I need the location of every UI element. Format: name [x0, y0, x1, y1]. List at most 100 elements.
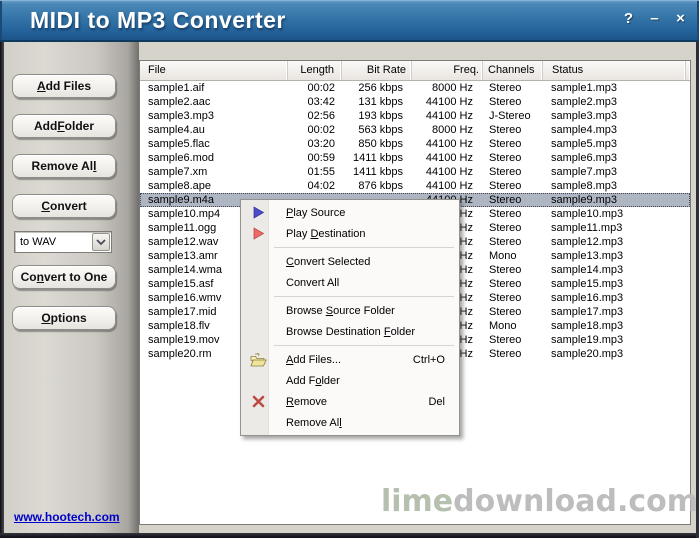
menu-item-play-source[interactable]: Play Source	[241, 202, 459, 223]
cell-file: sample7.xm	[148, 166, 208, 178]
table-row[interactable]: sample3.mp3 02:56 193 kbps 44100 Hz J-Stereo…	[140, 109, 690, 123]
cell-freq: 44100 Hz	[425, 96, 473, 108]
cell-length: 00:02	[307, 124, 335, 136]
cell-file: sample1.aif	[148, 82, 205, 94]
column-header-channels[interactable]: Channels	[483, 61, 543, 80]
cell-bitrate: 193 kbps	[358, 110, 403, 122]
cell-length: 02:56	[307, 110, 335, 122]
table-row[interactable]: sample8.ape 04:02 876 kbps 44100 Hz Stereo sa…	[140, 179, 690, 193]
cell-channels: Stereo	[489, 166, 522, 178]
remove-icon	[250, 394, 267, 410]
cell-status: sample18.mp3	[551, 320, 624, 332]
close-button[interactable]: ×	[674, 10, 687, 27]
cell-bitrate: 876 kbps	[358, 180, 403, 192]
cell-length: 00:59	[307, 152, 335, 164]
cell-length: 04:02	[307, 180, 335, 192]
dropdown-button[interactable]	[92, 233, 110, 251]
chevron-down-icon	[96, 233, 106, 251]
cell-channels: Stereo	[489, 278, 522, 290]
cell-status: sample15.mp3	[551, 278, 624, 290]
column-header-length[interactable]: Length	[288, 61, 342, 80]
cell-status: sample17.mp3	[551, 306, 624, 318]
column-header-freq[interactable]: Freq.	[412, 61, 483, 80]
cell-freq: 44100 Hz	[425, 166, 473, 178]
cell-length: 01:55	[307, 166, 335, 178]
cell-channels: Stereo	[489, 236, 522, 248]
cell-channels: Stereo	[489, 124, 522, 136]
menu-item-add-folder[interactable]: Add Folder	[241, 370, 459, 391]
hootech-link[interactable]: www.hootech.com	[14, 510, 120, 524]
column-header-bitrate[interactable]: Bit Rate	[342, 61, 412, 80]
cell-length: 00:02	[307, 82, 335, 94]
cell-bitrate: 1411 kbps	[353, 152, 403, 164]
cell-channels: Stereo	[489, 194, 522, 206]
table-row[interactable]: sample5.flac 03:20 850 kbps 44100 Hz Stereo s…	[140, 137, 690, 151]
cell-channels: Mono	[489, 320, 517, 332]
menu-item-browse-source-folder[interactable]: Browse Source Folder	[241, 300, 459, 321]
context-menu: Play Source Play Destination Convert Selec…	[240, 199, 460, 436]
cell-channels: Mono	[489, 250, 517, 262]
remove-all-button[interactable]: Remove Al l	[12, 154, 116, 178]
cell-status: sample13.mp3	[551, 250, 624, 262]
cell-channels: Stereo	[489, 348, 522, 360]
cell-status: sample3.mp3	[551, 110, 618, 122]
menu-item-convert-all[interactable]: Convert All	[241, 272, 459, 293]
table-row[interactable]: sample4.au 00:02 563 kbps 8000 Hz Stereo samp…	[140, 123, 690, 137]
cell-bitrate: 850 kbps	[358, 138, 403, 150]
menu-item-label: Convert All	[286, 276, 340, 289]
cell-file: sample2.aac	[148, 96, 211, 108]
title-bar[interactable]: MIDI to MP3 Converter ? – ×	[0, 0, 699, 42]
cell-bitrate: 131 kbps	[358, 96, 403, 108]
cell-bitrate: 1411 kbps	[353, 166, 403, 178]
menu-item-add-files[interactable]: Add Files... Ctrl+O	[241, 349, 459, 370]
table-row[interactable]: sample2.aac 03:42 131 kbps 44100 Hz Stereo sa…	[140, 95, 690, 109]
table-row[interactable]: sample1.aif 00:02 256 kbps 8000 Hz Stereo sam…	[140, 81, 690, 95]
convert-to-one-button[interactable]: Co n vert to One	[12, 265, 116, 289]
output-format-value: to WAV	[20, 236, 57, 248]
add-files-button[interactable]: Add Files	[12, 74, 116, 98]
table-row[interactable]: sample6.mod 00:59 1411 kbps 44100 Hz Stereo s…	[140, 151, 690, 165]
menu-item-label: Remove	[286, 395, 327, 408]
cell-file: sample4.au	[148, 124, 205, 136]
cell-bitrate: 256 kbps	[358, 82, 403, 94]
watermark-prefix: lime	[380, 484, 454, 519]
cell-channels: Stereo	[489, 138, 522, 150]
cell-status: sample9.mp3	[551, 194, 618, 206]
cell-freq: 8000 Hz	[432, 124, 473, 136]
cell-channels: Stereo	[489, 292, 522, 304]
cell-file: sample8.ape	[148, 180, 211, 192]
help-button[interactable]: ?	[622, 10, 635, 27]
menu-item-convert-selected[interactable]: Convert Selected	[241, 251, 459, 272]
cell-status: sample20.mp3	[551, 348, 624, 360]
add-files-icon	[250, 352, 267, 368]
list-header: File Length Bit Rate Freq. Channels Stat…	[140, 61, 690, 81]
cell-channels: Stereo	[489, 152, 522, 164]
app-window: MIDI to MP3 Converter ? – × Add Files Ad…	[0, 0, 699, 538]
menu-item-remove-all[interactable]: Remove All	[241, 412, 459, 433]
menu-item-label: Remove All	[286, 416, 342, 429]
output-format-select[interactable]: to WAV	[14, 231, 112, 253]
menu-item-remove[interactable]: Remove Del	[241, 391, 459, 412]
menu-item-label: Add Folder	[286, 374, 340, 387]
table-row[interactable]: sample7.xm 01:55 1411 kbps 44100 Hz Stereo sa…	[140, 165, 690, 179]
cell-channels: Stereo	[489, 306, 522, 318]
cell-status: sample8.mp3	[551, 180, 618, 192]
cell-status: sample12.mp3	[551, 236, 624, 248]
menu-item-play-destination[interactable]: Play Destination	[241, 223, 459, 244]
convert-button[interactable]: Convert	[12, 194, 116, 218]
cell-bitrate: 563 kbps	[358, 124, 403, 136]
menu-item-browse-destination-folder[interactable]: Browse Destination Folder	[241, 321, 459, 342]
menu-shortcut: Ctrl+O	[412, 353, 445, 366]
options-button[interactable]: Options	[12, 306, 116, 330]
minimize-button[interactable]: –	[648, 10, 661, 27]
column-header-status[interactable]: Status	[543, 61, 686, 80]
cell-status: sample19.mp3	[551, 334, 624, 346]
add-folder-button[interactable]: Add Folder	[12, 114, 116, 138]
menu-item-label: Play Destination	[286, 227, 366, 240]
cell-channels: Stereo	[489, 208, 522, 220]
cell-channels: Stereo	[489, 96, 522, 108]
column-header-file[interactable]: File	[140, 61, 288, 80]
menu-separator	[274, 247, 454, 248]
menu-item-label: Play Source	[286, 206, 346, 219]
cell-channels: Stereo	[489, 264, 522, 276]
